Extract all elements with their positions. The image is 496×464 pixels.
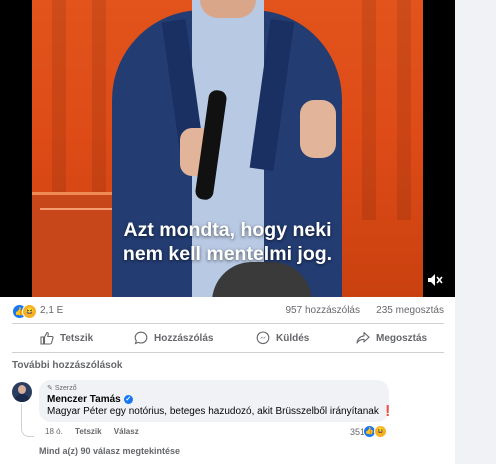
post-card: Azt mondta, hogy neki nem kell mentelmi …	[0, 0, 455, 464]
avatar-face	[18, 385, 26, 394]
comment-time[interactable]: 18 ó.	[45, 427, 63, 436]
comment-author[interactable]: Menczer Tamás ✓	[47, 394, 133, 405]
messenger-icon	[256, 331, 270, 345]
curtain-fold	[362, 0, 376, 220]
comment-body: Magyar Péter egy notórius, beteges hazud…	[47, 406, 379, 417]
like-label: Tetszik	[60, 332, 94, 344]
send-button[interactable]: Küldés	[256, 324, 309, 352]
comment-label: Hozzászólás	[154, 332, 214, 344]
share-arrow-icon	[356, 331, 370, 345]
comment-meta: 18 ó. Tetszik Válasz	[45, 427, 149, 436]
curtain-fold	[397, 0, 411, 220]
comment-count[interactable]: 957 hozzászólás	[286, 305, 361, 316]
video-subtitle: Azt mondta, hogy neki nem kell mentelmi …	[0, 218, 455, 266]
verified-badge-icon: ✓	[123, 395, 133, 404]
share-button[interactable]: Megosztás	[356, 324, 427, 352]
comment-reactions[interactable]: 351 👍 😆	[350, 425, 388, 438]
pen-icon: ✎	[47, 385, 53, 392]
comment-bubble-icon	[134, 331, 148, 345]
video-player[interactable]: Azt mondta, hogy neki nem kell mentelmi …	[0, 0, 455, 297]
comment-button[interactable]: Hozzászólás	[134, 324, 213, 352]
haha-reaction-icon: 😆	[22, 304, 37, 319]
avatar[interactable]	[12, 382, 32, 402]
haha-reaction-icon: 😆	[374, 425, 388, 438]
action-bar: Tetszik Hozzászólás Küldés Megosztás	[12, 324, 444, 352]
reaction-count[interactable]: 2,1 E	[40, 305, 63, 316]
speaker-muted-icon[interactable]	[423, 271, 447, 293]
curtain-fold	[52, 0, 66, 220]
thumbs-up-icon	[40, 331, 54, 345]
author-badge: ✎ Szerző	[47, 384, 77, 392]
view-replies-link[interactable]: Mind a(z) 90 válasz megtekintése	[39, 446, 180, 456]
comment-text: Magyar Péter egy notórius, beteges hazud…	[47, 406, 394, 417]
avatar-body	[14, 394, 30, 402]
author-badge-label: Szerző	[54, 385, 77, 392]
share-count[interactable]: 235 megosztás	[376, 305, 444, 316]
comment-like-button[interactable]: Tetszik	[75, 427, 102, 436]
like-button[interactable]: Tetszik	[40, 324, 93, 352]
speaker-right-hand	[300, 100, 336, 158]
share-label: Megosztás	[376, 332, 428, 344]
comment-bubble: ✎ Szerző Menczer Tamás ✓ Magyar Péter egy …	[39, 380, 394, 422]
post-stats: 👍 😆 2,1 E 957 hozzászólás 235 megosztás	[12, 300, 444, 322]
curtain-fold	[92, 0, 106, 220]
reply-thread-line	[21, 404, 34, 437]
subtitle-line-1: Azt mondta, hogy neki	[123, 219, 332, 241]
comment-author-name: Menczer Tamás	[47, 394, 121, 405]
subtitle-line-2: nem kell mentelmi jog.	[122, 243, 333, 265]
divider	[12, 352, 444, 353]
page-gutter	[455, 0, 496, 464]
comment-reply-button[interactable]: Válasz	[114, 427, 139, 436]
send-label: Küldés	[276, 332, 310, 344]
more-comments-link[interactable]: További hozzászólások	[12, 360, 122, 371]
exclamation-icon: ❗	[381, 406, 395, 417]
